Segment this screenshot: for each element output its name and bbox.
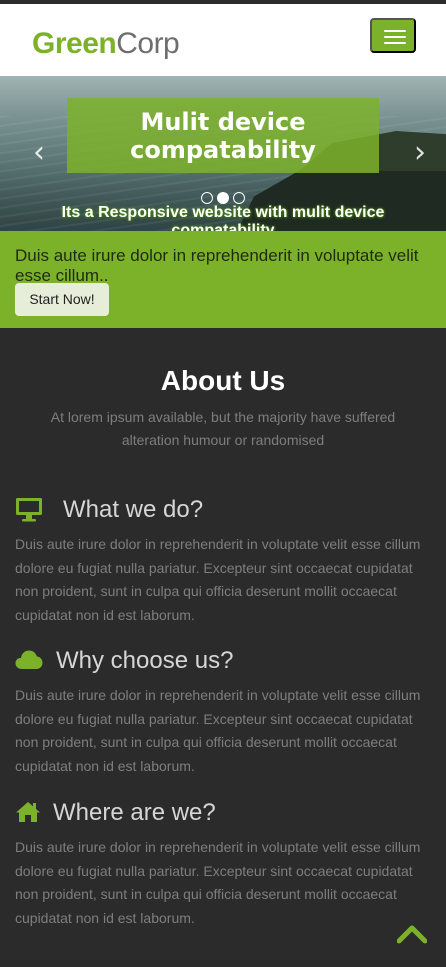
hero-caption-title: Mulit device compatability xyxy=(67,108,379,164)
carousel-dot-2[interactable] xyxy=(217,192,229,204)
feature-title: Why choose us? xyxy=(56,647,234,674)
hero-caption-line1: Mulit device xyxy=(140,108,306,136)
hamburger-icon xyxy=(384,30,406,32)
desktop-icon xyxy=(16,498,42,522)
chevron-up-icon[interactable] xyxy=(397,924,427,944)
logo-green-text: Green xyxy=(32,27,117,60)
feature-body: Duis aute irure dolor in reprehenderit i… xyxy=(15,536,421,623)
about-subtitle: At lorem ipsum available, but the majori… xyxy=(50,409,396,448)
logo-gray-text: Corp xyxy=(116,27,180,60)
menu-toggle-button[interactable] xyxy=(370,18,416,53)
hamburger-icon xyxy=(384,36,406,38)
feature-title: What we do? xyxy=(63,496,204,523)
about-title: About Us xyxy=(160,365,286,396)
hero-caption-box: Mulit device compatability xyxy=(67,98,379,173)
feature-title: Where are we? xyxy=(53,799,216,826)
carousel-dot-1[interactable] xyxy=(201,192,213,204)
hero-subtitle: Its a Responsive website with mulit devi… xyxy=(61,204,385,231)
hero-caption-line2: compatability xyxy=(130,136,316,164)
start-now-button[interactable]: Start Now! xyxy=(15,283,109,316)
feature-body: Duis aute irure dolor in reprehenderit i… xyxy=(15,687,421,774)
feature-body: Duis aute irure dolor in reprehenderit i… xyxy=(15,839,421,926)
promo-banner: Duis aute irure dolor in reprehenderit i… xyxy=(0,231,446,328)
carousel-dot-3[interactable] xyxy=(233,192,245,204)
cloud-icon xyxy=(15,650,43,669)
home-icon xyxy=(16,802,40,822)
site-header: GreenCorp xyxy=(0,4,446,76)
hero-carousel: Mulit device compatability ‹ › Its a Res… xyxy=(0,76,446,231)
hamburger-icon xyxy=(384,42,406,44)
promo-text: Duis aute irure dolor in reprehenderit i… xyxy=(15,246,419,285)
chevron-left-icon[interactable]: ‹ xyxy=(33,138,45,168)
logo[interactable]: GreenCorp xyxy=(32,26,180,62)
chevron-right-icon[interactable]: › xyxy=(414,138,426,168)
